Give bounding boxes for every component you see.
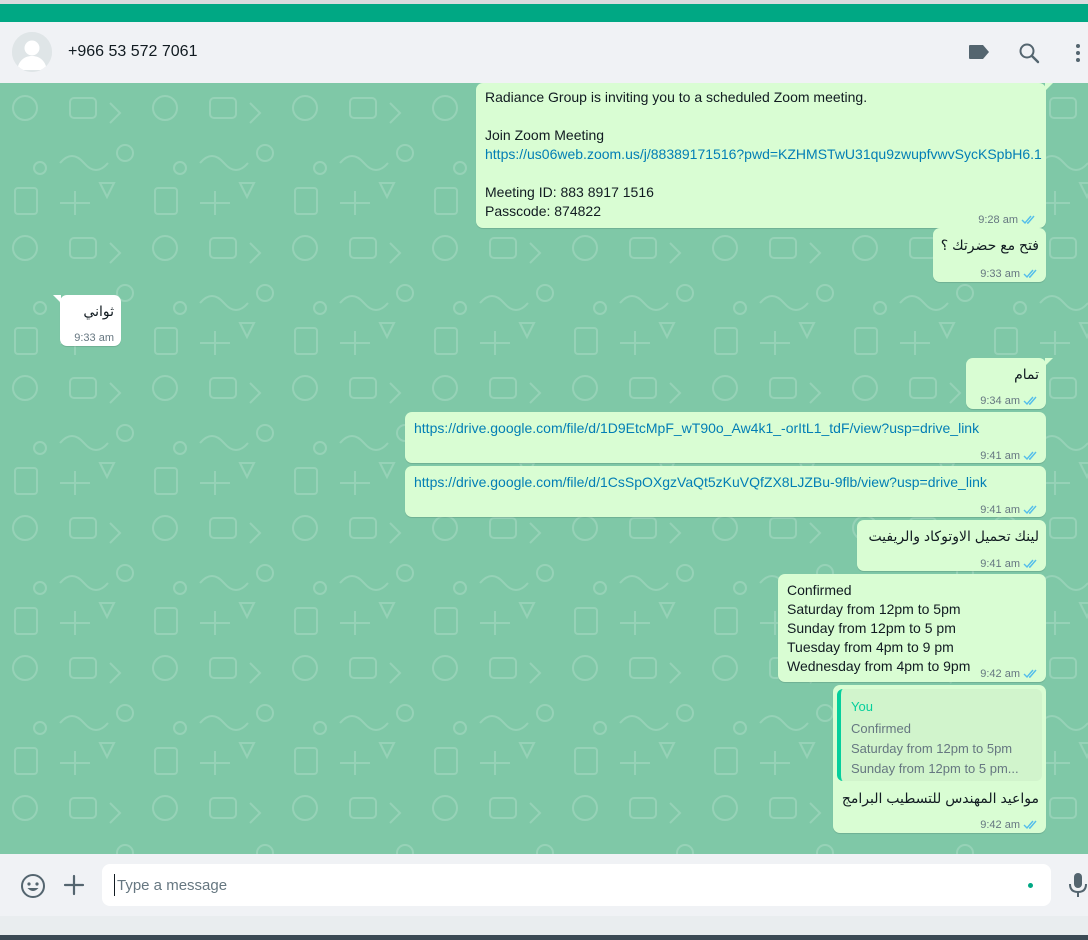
chat-area[interactable]: Radiance Group is inviting you to a sche…	[0, 83, 1088, 854]
message-bubble-outgoing[interactable]: لينك تحميل الاوتوكاد والريفيت 9:41 am	[857, 520, 1046, 571]
bubble-tail	[1045, 83, 1053, 91]
message-text: ثواني	[83, 303, 114, 319]
double-check-read-icon	[1021, 215, 1035, 225]
message-text: مواعيد المهندس للتسطيب البرامج	[841, 790, 1039, 806]
message-time: 9:34 am	[980, 395, 1020, 407]
zoom-meeting-link[interactable]: https://us06web.zoom.us/j/88389171516?pw…	[485, 145, 1042, 164]
message-meta: 9:34 am	[980, 392, 1039, 411]
default-avatar-icon	[12, 32, 52, 72]
message-time: 9:42 am	[980, 819, 1020, 831]
message-time: 9:33 am	[74, 332, 114, 344]
double-check-read-icon	[1023, 669, 1037, 679]
message-bubble-incoming[interactable]: ثواني 9:33 am	[53, 295, 121, 346]
message-bubble-outgoing[interactable]: Radiance Group is inviting you to a sche…	[476, 83, 1053, 228]
message-text: Saturday from 12pm to 5pm	[787, 601, 961, 617]
message-text: فتح مع حضرتك ؟	[940, 237, 1039, 253]
window-top-bar	[0, 0, 1088, 22]
message-time: 9:33 am	[980, 268, 1020, 280]
quoted-message[interactable]: You Confirmed Saturday from 12pm to 5pm …	[837, 689, 1042, 781]
message-text: Radiance Group is inviting you to a sche…	[485, 89, 868, 105]
emoji-icon[interactable]	[20, 873, 46, 904]
message-bubble-outgoing-reply[interactable]: You Confirmed Saturday from 12pm to 5pm …	[833, 685, 1046, 833]
message-text: Sunday from 12pm to 5 pm	[787, 620, 956, 636]
message-meta: 9:33 am	[980, 265, 1039, 284]
double-check-read-icon	[1023, 559, 1037, 569]
bubble-tail	[1045, 358, 1053, 366]
message-time: 9:41 am	[980, 558, 1020, 570]
message-meta: 9:41 am	[980, 447, 1039, 466]
composer-bar	[0, 854, 1088, 916]
message-text: Join Zoom Meeting	[485, 127, 605, 143]
message-time: 9:28 am	[978, 214, 1018, 226]
taskbar-strip	[0, 935, 1088, 940]
message-time: 9:41 am	[980, 450, 1020, 462]
message-time: 9:41 am	[980, 504, 1020, 516]
message-text: Meeting ID: 883 8917 1516	[485, 184, 654, 200]
double-check-read-icon	[1023, 396, 1037, 406]
avatar[interactable]	[12, 32, 52, 72]
message-input-box[interactable]	[102, 864, 1051, 906]
quoted-text: Sunday from 12pm to 5 pm...	[851, 761, 1019, 776]
message-bubble-outgoing[interactable]: Confirmed Saturday from 12pm to 5pm Sund…	[778, 574, 1046, 682]
message-meta: 9:41 am	[980, 555, 1039, 574]
status-dot	[1028, 883, 1033, 888]
label-icon[interactable]	[968, 44, 990, 65]
double-check-read-icon	[1023, 451, 1037, 461]
message-input[interactable]	[114, 874, 997, 896]
drive-link[interactable]: https://drive.google.com/file/d/1D9EtcMp…	[414, 419, 979, 438]
message-text: Confirmed	[787, 582, 852, 598]
window-bottom-bar	[0, 916, 1088, 940]
attach-plus-icon[interactable]	[63, 874, 85, 901]
double-check-read-icon	[1023, 505, 1037, 515]
double-check-read-icon	[1023, 269, 1037, 279]
double-check-read-icon	[1023, 820, 1037, 830]
accent-strip	[0, 4, 1088, 22]
message-text: Wednesday from 4pm to 9pm	[787, 658, 971, 674]
message-text: لينك تحميل الاوتوكاد والريفيت	[868, 528, 1039, 544]
quoted-author: You	[851, 699, 873, 714]
drive-link[interactable]: https://drive.google.com/file/d/1CsSpOXg…	[414, 473, 987, 492]
message-time: 9:42 am	[980, 668, 1020, 680]
bubble-tail	[53, 295, 61, 303]
quoted-text: Saturday from 12pm to 5pm	[851, 741, 1013, 756]
message-bubble-outgoing[interactable]: https://drive.google.com/file/d/1CsSpOXg…	[405, 466, 1046, 517]
contact-name[interactable]: +966 53 572 7061	[68, 43, 197, 61]
message-meta: 9:42 am	[980, 816, 1039, 835]
message-text: Tuesday from 4pm to 9 pm	[787, 639, 954, 655]
message-bubble-outgoing[interactable]: فتح مع حضرتك ؟ 9:33 am	[933, 228, 1046, 282]
microphone-icon[interactable]	[1068, 872, 1088, 903]
message-bubble-outgoing[interactable]: تمام 9:34 am	[966, 358, 1053, 411]
message-bubble-outgoing[interactable]: https://drive.google.com/file/d/1D9EtcMp…	[405, 412, 1046, 463]
message-text: Passcode: 874822	[485, 203, 601, 219]
search-icon[interactable]	[1018, 42, 1040, 69]
chat-header: +966 53 572 7061	[0, 22, 1088, 84]
menu-icon[interactable]	[1074, 42, 1082, 69]
message-meta: 9:41 am	[980, 501, 1039, 520]
message-text: تمام	[1014, 366, 1039, 382]
message-meta: 9:42 am	[980, 665, 1039, 684]
quoted-text: Confirmed	[851, 721, 911, 736]
